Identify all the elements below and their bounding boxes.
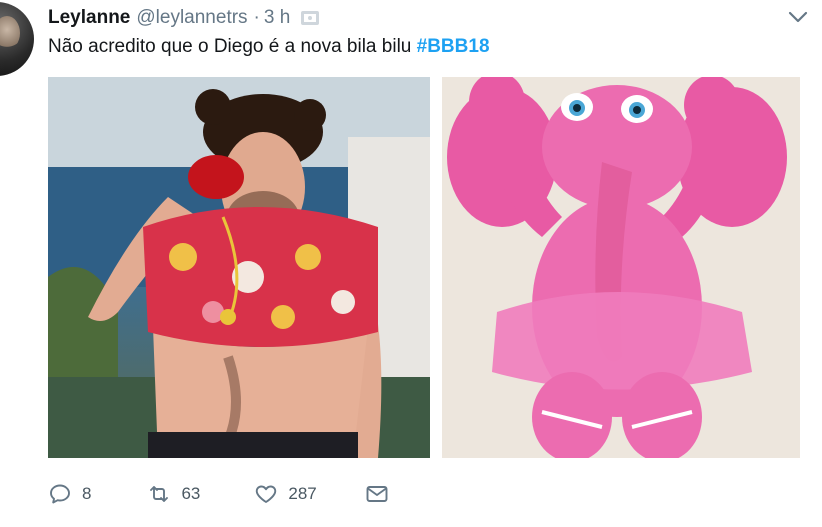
tweet-media <box>48 77 802 458</box>
heart-icon <box>256 485 277 503</box>
user-handle[interactable]: @leylannetrs <box>136 7 247 29</box>
tweet-text: Não acredito que o Diego é a nova bila b… <box>48 36 490 58</box>
reply-button[interactable]: 8 <box>48 482 91 506</box>
direct-message-button[interactable] <box>365 482 389 506</box>
reply-count: 8 <box>82 484 92 503</box>
tweet-actions: 8 63 287 <box>48 480 443 508</box>
user-avatar[interactable] <box>0 2 34 76</box>
reply-icon <box>50 484 70 504</box>
like-button[interactable]: 287 <box>254 482 317 506</box>
chevron-down-icon[interactable] <box>788 10 808 24</box>
photo-man-in-floral-top[interactable] <box>48 77 430 458</box>
tweet-timestamp[interactable]: 3 h <box>264 7 290 29</box>
retweet-button[interactable]: 63 <box>147 482 200 506</box>
retweet-count: 63 <box>181 484 201 503</box>
like-count: 287 <box>288 484 317 503</box>
retweet-icon <box>150 486 169 502</box>
tweet-header: Leylanne @leylannetrs · 3 h <box>48 6 320 30</box>
header-separator: · <box>253 7 260 28</box>
envelope-icon <box>366 486 388 502</box>
sent-from-mobile-icon <box>300 10 320 26</box>
photo-pink-elephant-doll[interactable] <box>442 77 800 458</box>
hashtag-link[interactable]: #BBB18 <box>417 36 490 57</box>
display-name[interactable]: Leylanne <box>48 7 130 29</box>
tweet-text-body: Não acredito que o Diego é a nova bila b… <box>48 36 412 57</box>
